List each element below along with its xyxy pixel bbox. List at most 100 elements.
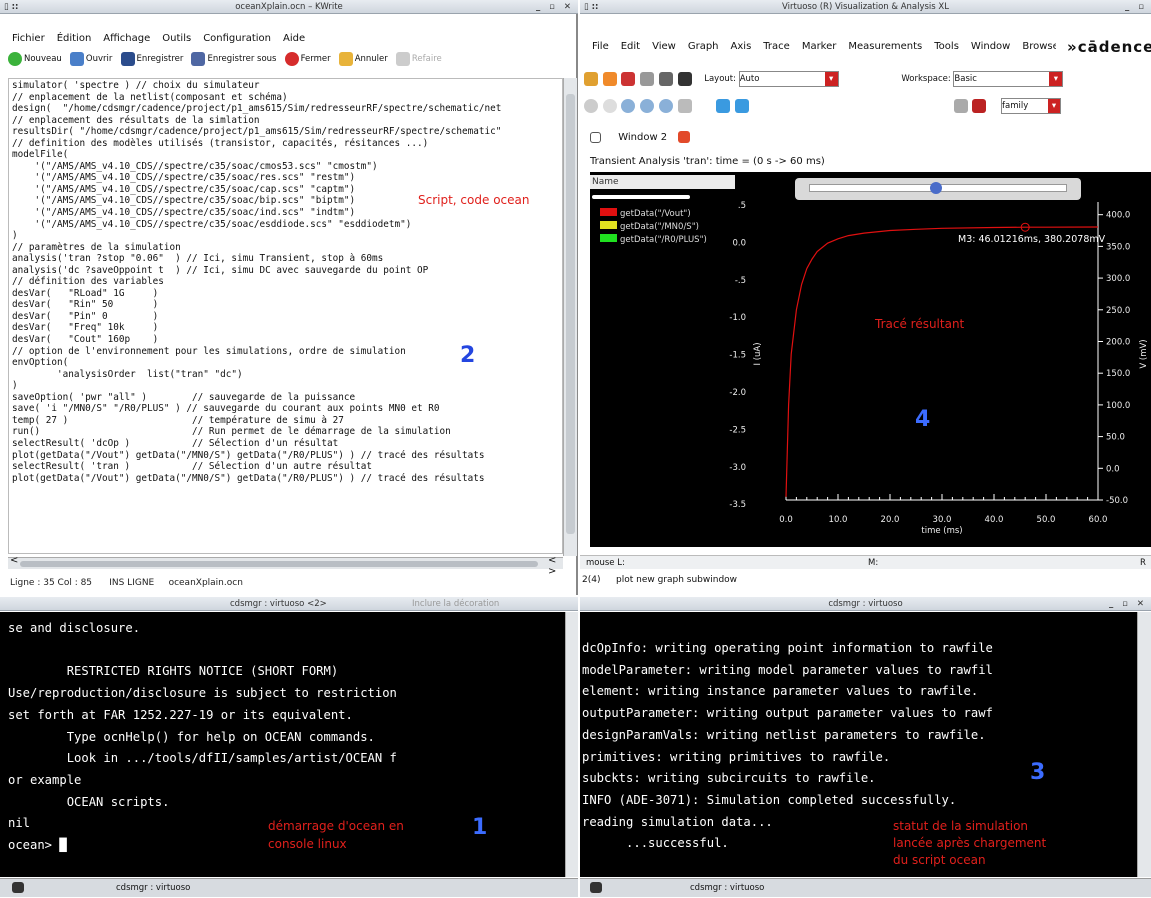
annotation-number-3: 3 [1030, 760, 1046, 785]
code-editor[interactable]: simulator( 'spectre ) // choix du simula… [12, 80, 560, 550]
code-line: plot(getData("/Vout") getData("/MN0/S") … [12, 472, 485, 484]
virtuoso-menu-measurements[interactable]: Measurements [848, 41, 922, 52]
virtuoso-menu-view[interactable]: View [652, 41, 676, 52]
undo-button[interactable]: Annuler [338, 51, 388, 66]
terminal-line: Type ocnHelp() for help on OCEAN command… [8, 729, 375, 744]
code-line: save( 'i "/MN0/S" "/R0/PLUS" ) // sauveg… [12, 403, 440, 415]
kwrite-menu-configuration[interactable]: Configuration [203, 33, 271, 44]
virtuoso-menu-window[interactable]: Window [971, 41, 1010, 52]
plot-panel: Name getData("/Vout") getData("/MN0/S") ge… [590, 172, 1151, 547]
code-line: desVar( "Pin" 0 ) [12, 310, 159, 322]
code-line: desVar( "RLoad" 1G ) [12, 287, 159, 299]
layout-select[interactable]: Auto ▾ [738, 70, 839, 87]
kwrite-menu-affichage[interactable]: Affichage [103, 33, 150, 44]
horizontal-scrollbar[interactable]: < < > [8, 555, 563, 577]
kwrite-menu-aide[interactable]: Aide [283, 33, 305, 44]
window-tab[interactable]: Window 2 [590, 130, 692, 146]
terminal-left-titlebar[interactable]: cdsmgr : virtuoso <2> Inclure la décorat… [0, 597, 578, 611]
code-line: '("/AMS/AMS_v4.10_CDS//spectre/c35/soac/… [12, 207, 356, 219]
window-controls[interactable]: _ ▫ [1125, 0, 1147, 13]
terminal-right[interactable]: dcOpInfo: writing operating point inform… [580, 612, 1137, 877]
delete-icon[interactable] [677, 71, 692, 86]
y-right-tick-label: 0.0 [1106, 464, 1120, 474]
copy-icon[interactable] [640, 71, 655, 86]
kwrite-titlebar[interactable]: ▯ :: oceanXplain.ocn – KWrite _ ▫ ✕ [0, 0, 578, 14]
history-icon[interactable] [584, 71, 598, 86]
open-icon [69, 51, 84, 66]
terminal-left-scrollbar[interactable] [565, 612, 578, 877]
y-right-tick-label: 350.0 [1106, 242, 1130, 252]
kwrite-menu-outils[interactable]: Outils [162, 33, 191, 44]
code-line: '("/AMS/AMS_v4.10_CDS//spectre/c35/soac/… [12, 160, 378, 172]
terminal-icon[interactable] [590, 882, 602, 893]
virtuoso-menu-graph[interactable]: Graph [688, 41, 719, 52]
virtuoso-menu-axis[interactable]: Axis [731, 41, 752, 52]
pan-icon[interactable] [677, 98, 692, 113]
window-controls[interactable]: _ ▫ ✕ [1109, 597, 1147, 610]
virtuoso-menu-file[interactable]: File [592, 41, 609, 52]
virtuoso-menu-edit[interactable]: Edit [621, 41, 640, 52]
virtuoso-menu-tools[interactable]: Tools [934, 41, 959, 52]
window-controls[interactable]: _ ▫ ✕ [536, 0, 574, 13]
terminal-line: ...successful. [582, 836, 729, 851]
x-tick-label: 30.0 [933, 515, 952, 525]
window-menu-icon[interactable]: ▯ :: [584, 0, 598, 13]
terminal-line: element: writing instance parameter valu… [582, 684, 979, 699]
code-line: ) [12, 230, 18, 242]
new-button[interactable]: Nouveau [8, 51, 62, 66]
circle-icon[interactable] [584, 98, 598, 113]
save-as-button[interactable]: Enregistrer sous [191, 51, 276, 66]
taskbar-left-label[interactable]: cdsmgr : virtuoso [116, 879, 190, 898]
close-button[interactable]: Fermer [284, 51, 331, 66]
workspace-select[interactable]: Basic ▾ [953, 70, 1064, 87]
terminal-line: RESTRICTED RIGHTS NOTICE (SHORT FORM) [8, 664, 339, 679]
circle-icon[interactable] [602, 98, 617, 113]
code-line: // enplacement de la netlist(composant e… [12, 91, 288, 103]
calculator-icon[interactable] [953, 98, 968, 113]
m-label: M: [868, 558, 879, 568]
code-line: plot(getData("/Vout") getData("/MN0/S") … [12, 449, 485, 461]
window-icon [590, 131, 601, 143]
paste-icon[interactable] [658, 71, 673, 86]
mouse-status-bar: mouse L: M: R [580, 555, 1151, 569]
kwrite-menu-fichier[interactable]: Fichier [12, 33, 45, 44]
chevron-down-icon: ▾ [824, 71, 838, 86]
vertical-scrollbar[interactable] [563, 78, 577, 556]
scroll-right-icon[interactable]: < > [548, 555, 563, 577]
scrollbar-thumb[interactable] [566, 94, 575, 534]
redo-button[interactable]: Refaire [395, 51, 442, 66]
zoom-in-icon[interactable] [621, 98, 636, 113]
zoom-out-icon[interactable] [640, 98, 655, 113]
flag-icon[interactable] [972, 98, 987, 113]
open-button[interactable]: Ouvrir [69, 51, 112, 66]
kwrite-statusbar: Ligne : 35 Col : 85 INS LIGNE oceanXplai… [10, 576, 243, 590]
virtuoso-menu-marker[interactable]: Marker [802, 41, 837, 52]
forward-arrow-icon[interactable] [734, 98, 749, 113]
transient-chart[interactable]: 0.0 10.0 20.0 30.0 40.0 50.0 60.0400.0350.0300… [590, 172, 1151, 547]
terminal-line: dcOpInfo: writing operating point inform… [582, 641, 993, 655]
scroll-left-icon[interactable]: < [10, 555, 18, 566]
terminal-line: primitives: writing primitives to rawfil… [582, 749, 891, 764]
save-button[interactable]: Enregistrer [120, 51, 183, 66]
family-select[interactable]: family ▾ [1001, 97, 1062, 114]
back-arrow-icon[interactable] [716, 98, 731, 113]
virtuoso-titlebar[interactable]: ▯ :: Virtuoso (R) Visualization & Analys… [580, 0, 1151, 14]
window-menu-icon[interactable]: ▯ :: [4, 0, 18, 13]
virtuoso-title: Virtuoso (R) Visualization & Analysis XL [782, 2, 949, 12]
virtuoso-menu-browser[interactable]: Browser [1022, 41, 1056, 52]
code-line: simulator( 'spectre ) // choix du simula… [12, 80, 260, 91]
terminal-right-titlebar[interactable]: cdsmgr : virtuoso _ ▫ ✕ [580, 597, 1151, 611]
hscroll-thumb[interactable] [20, 561, 538, 567]
cmd-index: 2(4) [582, 575, 601, 585]
taskbar-right-label[interactable]: cdsmgr : virtuoso [690, 879, 764, 898]
zoom-fit-icon[interactable] [658, 98, 673, 113]
decoration-toggle[interactable]: Inclure la décoration [412, 597, 499, 610]
virtuoso-menu-trace[interactable]: Trace [763, 41, 790, 52]
cut-icon[interactable] [621, 71, 636, 86]
kwrite-menu-dition[interactable]: Édition [57, 33, 92, 44]
undo-icon[interactable] [602, 71, 617, 86]
terminal-icon[interactable] [12, 882, 24, 893]
close-tab-icon[interactable] [678, 131, 691, 143]
terminal-right-scrollbar[interactable] [1137, 612, 1151, 877]
marker-label: M3: 46.01216ms, 380.2078mV [958, 234, 1106, 245]
